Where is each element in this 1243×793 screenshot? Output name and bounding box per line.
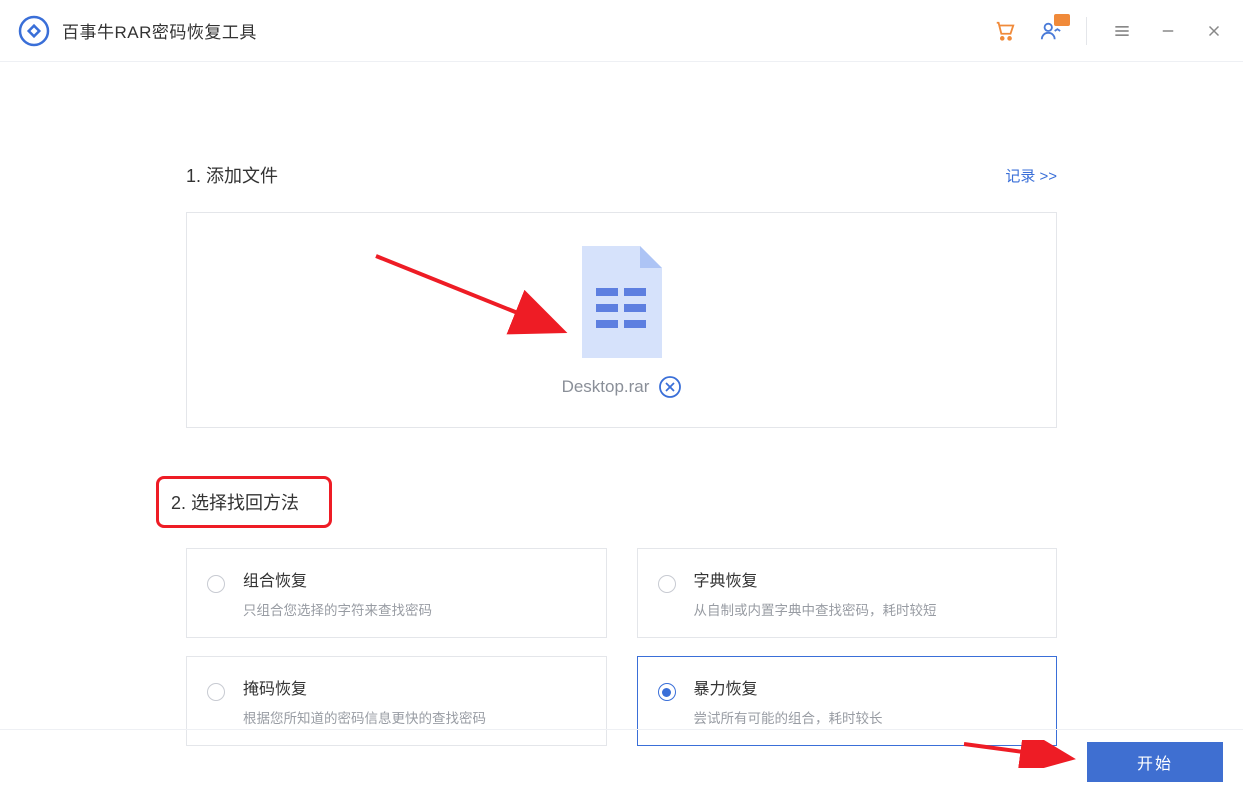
cart-icon[interactable] [994, 20, 1016, 42]
records-link[interactable]: 记录 >> [1005, 165, 1057, 186]
minimize-icon[interactable] [1157, 20, 1179, 42]
method-desc: 尝试所有可能的组合，耗时较长 [694, 707, 1037, 727]
app-title: 百事牛RAR密码恢复工具 [62, 18, 257, 43]
method-title: 字典恢复 [694, 567, 1037, 591]
method-desc: 根据您所知道的密码信息更快的查找密码 [243, 707, 586, 727]
method-desc: 只组合您选择的字符来查找密码 [243, 599, 586, 619]
methods-grid: 组合恢复 只组合您选择的字符来查找密码 字典恢复 从自制或内置字典中查找密码，耗… [186, 548, 1057, 746]
user-badge-icon [1054, 14, 1070, 26]
menu-icon[interactable] [1111, 20, 1133, 42]
section2-title: 2. 选择找回方法 [156, 476, 332, 528]
section1-header: 1. 添加文件 记录 >> [186, 162, 1057, 188]
titlebar: 百事牛RAR密码恢复工具 [0, 0, 1243, 62]
radio-icon [207, 683, 225, 701]
close-icon[interactable] [1203, 20, 1225, 42]
file-drop-zone[interactable]: Desktop.rar [186, 212, 1057, 428]
main-content: 1. 添加文件 记录 >> Desktop.rar [0, 62, 1243, 746]
radio-icon [658, 575, 676, 593]
app-logo [18, 15, 50, 47]
method-title: 掩码恢复 [243, 675, 586, 699]
footer: 开始 [0, 729, 1243, 793]
method-title: 暴力恢复 [694, 675, 1037, 699]
section2-header: 2. 选择找回方法 [186, 476, 362, 528]
method-title: 组合恢复 [243, 567, 586, 591]
titlebar-left: 百事牛RAR密码恢复工具 [18, 15, 257, 47]
radio-icon [207, 575, 225, 593]
method-dictionary[interactable]: 字典恢复 从自制或内置字典中查找密码，耗时较短 [637, 548, 1058, 638]
file-icon [574, 242, 670, 362]
file-name: Desktop.rar [562, 377, 650, 397]
section1-title: 1. 添加文件 [186, 162, 278, 188]
titlebar-right [994, 17, 1225, 45]
radio-icon [658, 683, 676, 701]
remove-file-icon[interactable] [659, 376, 681, 398]
user-icon[interactable] [1040, 20, 1062, 42]
file-name-row: Desktop.rar [562, 376, 682, 398]
method-combination[interactable]: 组合恢复 只组合您选择的字符来查找密码 [186, 548, 607, 638]
method-desc: 从自制或内置字典中查找密码，耗时较短 [694, 599, 1037, 619]
titlebar-divider [1086, 17, 1087, 45]
start-button[interactable]: 开始 [1087, 742, 1223, 782]
